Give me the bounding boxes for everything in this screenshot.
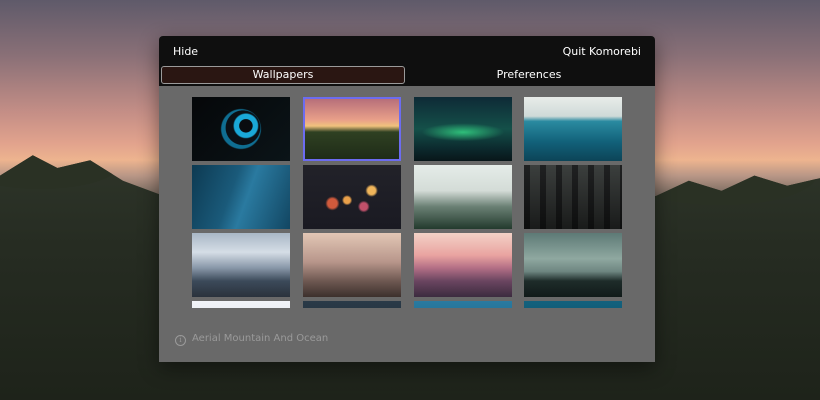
wallpaper-thumb-misty-dock[interactable] [303, 233, 401, 297]
wallpaper-grid [192, 97, 622, 308]
wallpaper-thumb-light-spiral[interactable] [192, 97, 290, 161]
wallpaper-thumb-partial[interactable] [192, 301, 290, 308]
wallpaper-thumb-forest-trees[interactable] [524, 165, 622, 229]
tab-wallpapers[interactable]: Wallpapers [161, 66, 405, 84]
wallpaper-thumb-underwater[interactable] [524, 97, 622, 161]
selected-wallpaper-info: i Aerial Mountain And Ocean [175, 333, 328, 346]
tab-preferences[interactable]: Preferences [409, 66, 649, 84]
hide-button[interactable]: Hide [173, 45, 198, 58]
wallpaper-thumb-partial[interactable] [303, 301, 401, 308]
wallpaper-thumb-pink-mountains[interactable] [414, 233, 512, 297]
quit-button[interactable]: Quit Komorebi [563, 45, 641, 58]
wallpaper-thumb-bokeh-lights[interactable] [303, 165, 401, 229]
header-bar: Hide Quit Komorebi [159, 36, 655, 68]
wallpaper-thumb-matterhorn[interactable] [192, 233, 290, 297]
info-icon: i [175, 335, 186, 346]
wallpaper-thumb-partial[interactable] [524, 301, 622, 308]
wallpaper-thumb-teal-landscape[interactable] [524, 233, 622, 297]
wallpaper-thumb-water-surface[interactable] [192, 165, 290, 229]
wallpaper-thumb-aerial-mountain-and-ocean[interactable] [303, 97, 401, 161]
wallpaper-thumb-partial[interactable] [414, 301, 512, 308]
komorebi-window: Hide Quit Komorebi Wallpapers Preference… [159, 36, 655, 362]
selected-wallpaper-name: Aerial Mountain And Ocean [192, 333, 329, 344]
tab-bar: Wallpapers Preferences [159, 66, 655, 86]
wallpaper-thumb-foggy-forest[interactable] [414, 165, 512, 229]
wallpaper-thumb-aurora[interactable] [414, 97, 512, 161]
